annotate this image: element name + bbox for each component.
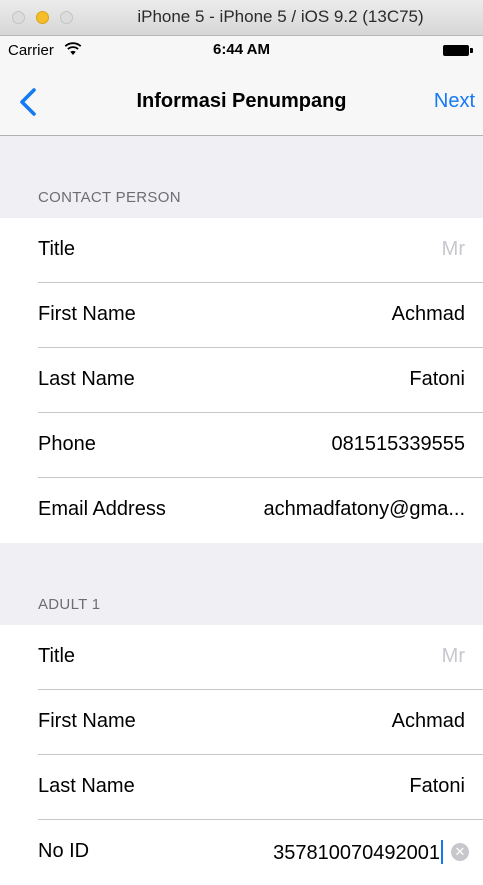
adult-last-name-row[interactable]: Last Name Fatoni — [0, 755, 483, 820]
section-header-label: ADULT 1 — [38, 596, 101, 613]
adult-first-name-label: First Name — [38, 710, 136, 732]
status-bar: Carrier 6:44 AM — [0, 36, 483, 66]
contact-first-name-label: First Name — [38, 303, 136, 325]
contact-phone-field[interactable]: 081515339555 — [332, 433, 465, 456]
page-title: Informasi Penumpang — [136, 90, 347, 112]
navigation-bar: Informasi Penumpang Next — [0, 66, 483, 136]
simulator-title-bar: iPhone 5 - iPhone 5 / iOS 9.2 (13C75) — [0, 0, 483, 36]
window-zoom-button[interactable] — [60, 11, 73, 24]
adult-no-id-row[interactable]: No ID 357810070492001 ✕ — [0, 820, 483, 885]
contact-phone-label: Phone — [38, 433, 96, 455]
contact-email-row[interactable]: Email Address achmadfatony@gma... — [0, 478, 483, 543]
section-header-adult-1: ADULT 1 — [0, 543, 483, 625]
adult-no-id-field[interactable]: 357810070492001 — [273, 840, 443, 865]
adult-title-label: Title — [38, 645, 76, 667]
contact-title-row[interactable]: Title Mr — [0, 218, 483, 283]
adult-last-name-field[interactable]: Fatoni — [409, 775, 465, 798]
clear-text-icon[interactable]: ✕ — [451, 843, 469, 861]
window-minimize-button[interactable] — [36, 11, 49, 24]
contact-person-group: Title Mr First Name Achmad Last Name Fat… — [0, 218, 483, 543]
contact-last-name-label: Last Name — [38, 368, 135, 390]
contact-title-field[interactable]: Mr — [442, 238, 465, 261]
contact-first-name-row[interactable]: First Name Achmad — [0, 283, 483, 348]
section-header-label: CONTACT PERSON — [38, 189, 181, 206]
adult-no-id-label: No ID — [38, 840, 90, 862]
contact-title-label: Title — [38, 238, 76, 260]
window-title: iPhone 5 - iPhone 5 / iOS 9.2 (13C75) — [137, 7, 424, 26]
adult-title-field[interactable]: Mr — [442, 645, 465, 668]
adult-first-name-row[interactable]: First Name Achmad — [0, 690, 483, 755]
contact-last-name-field[interactable]: Fatoni — [409, 368, 465, 391]
no-id-text: 357810070492001 — [273, 842, 440, 864]
contact-email-label: Email Address — [38, 498, 166, 520]
status-time: 6:44 AM — [213, 41, 270, 58]
contact-last-name-row[interactable]: Last Name Fatoni — [0, 348, 483, 413]
adult-first-name-field[interactable]: Achmad — [392, 710, 465, 733]
adult-last-name-label: Last Name — [38, 775, 135, 797]
contact-phone-row[interactable]: Phone 081515339555 — [0, 413, 483, 478]
adult-title-row[interactable]: Title Mr — [0, 625, 483, 690]
battery-icon — [443, 45, 473, 56]
window-close-button[interactable] — [12, 11, 25, 24]
contact-first-name-field[interactable]: Achmad — [392, 303, 465, 326]
adult-1-group: Title Mr First Name Achmad Last Name Fat… — [0, 625, 483, 885]
text-cursor — [441, 840, 443, 864]
section-header-contact: CONTACT PERSON — [0, 136, 483, 218]
form-table: CONTACT PERSON Title Mr First Name Achma… — [0, 136, 483, 885]
contact-email-field[interactable]: achmadfatony@gma... — [263, 498, 465, 521]
next-button[interactable]: Next — [434, 90, 475, 113]
